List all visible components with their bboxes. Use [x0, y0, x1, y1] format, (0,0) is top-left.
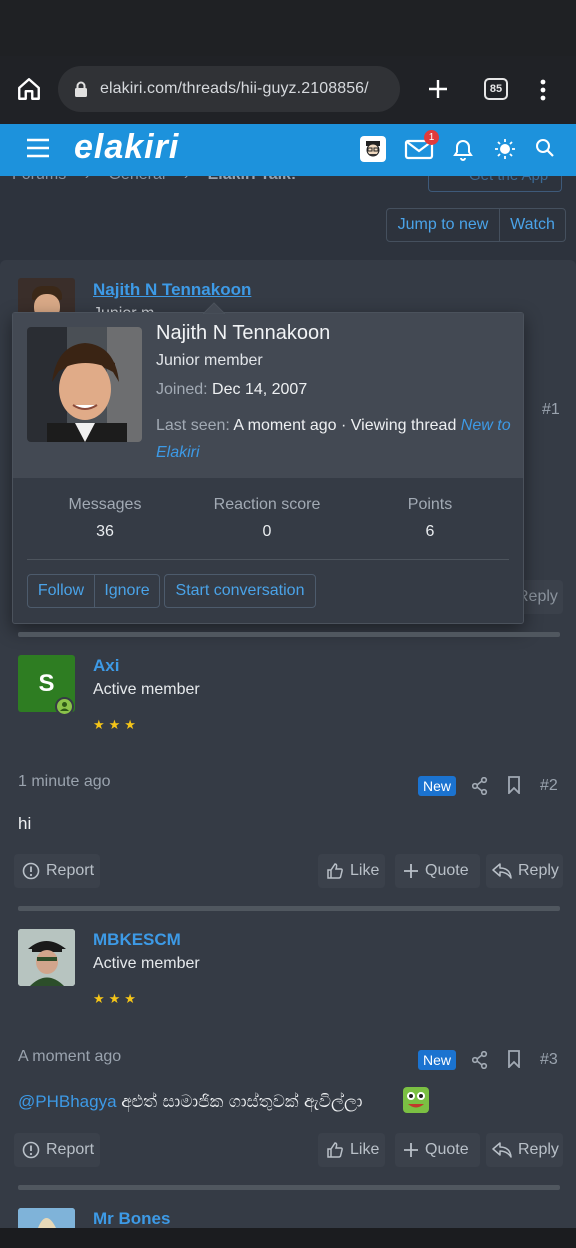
post2-quote-button[interactable]: Quote	[395, 854, 480, 888]
frog-emoji-icon	[403, 1087, 429, 1113]
post3-message: @PHBhagya අළුත් සාමාජික ගාස්තුවක් ඇවිල්ල…	[18, 1092, 363, 1112]
reply-icon	[492, 863, 512, 879]
post3-user-title: Active member	[93, 955, 200, 972]
system-navigation-bar	[0, 1228, 576, 1248]
post3-username[interactable]: MBKESCM	[93, 930, 181, 950]
mbkescm-avatar[interactable]	[18, 929, 75, 986]
mention-link[interactable]: @PHBhagya	[18, 1092, 117, 1111]
post2-time[interactable]: 1 minute ago	[18, 773, 111, 791]
viewing-thread-link[interactable]: New to	[461, 417, 511, 434]
my-avatar[interactable]	[360, 136, 386, 162]
post3-message-text: අළුත් සාමාජික ගාස්තුවක් ඇවිල්ලා	[121, 1092, 363, 1112]
watch-button[interactable]: Watch	[499, 208, 566, 242]
home-icon[interactable]	[16, 76, 42, 102]
member-card-name[interactable]: Najith N Tennakoon	[156, 322, 330, 345]
stat-messages-label: Messages	[68, 496, 142, 513]
follow-button[interactable]: Follow	[27, 574, 95, 608]
report-icon	[22, 1141, 40, 1159]
thumbs-up-icon	[327, 863, 343, 879]
status-bar	[0, 0, 576, 56]
member-card-avatar[interactable]	[27, 327, 142, 442]
new-tab-icon[interactable]	[426, 77, 450, 101]
stat-reaction-label: Reaction score	[213, 496, 321, 513]
post2-new-badge: New	[418, 776, 456, 796]
online-status-icon	[55, 697, 74, 716]
thumbs-up-icon	[327, 1142, 343, 1158]
member-card-joined: Joined: Dec 14, 2007	[156, 381, 308, 398]
mr-bones-avatar[interactable]	[18, 1208, 75, 1228]
post4-username[interactable]: Mr Bones	[93, 1209, 170, 1229]
plus-icon	[404, 864, 418, 878]
post2-user-title: Active member	[93, 681, 200, 698]
jump-to-new-button[interactable]: Jump to new	[386, 208, 500, 242]
post3-report-button[interactable]: Report	[14, 1133, 100, 1167]
bookmark-icon[interactable]	[507, 776, 521, 794]
post3-time[interactable]: A moment ago	[18, 1048, 121, 1066]
bell-icon[interactable]	[451, 136, 475, 162]
riddler-photo	[18, 929, 75, 986]
card-divider	[27, 559, 509, 560]
viewing-thread-link-cont[interactable]: Elakiri	[156, 439, 516, 466]
post-separator	[18, 1185, 560, 1190]
start-conversation-button[interactable]: Start conversation	[164, 574, 316, 608]
share-icon[interactable]	[472, 1051, 488, 1069]
tooltip-arrow	[203, 302, 225, 314]
share-icon[interactable]	[472, 777, 488, 795]
member-photo	[27, 327, 142, 442]
post2-rank-stars: ★★★	[93, 717, 140, 732]
member-card-last-seen: Last seen: A moment ago · Viewing thread…	[156, 412, 516, 466]
post2-number[interactable]: #2	[540, 777, 558, 795]
stat-points-value[interactable]: 6	[360, 523, 500, 541]
skull-photo	[18, 1208, 75, 1228]
post3-like-button[interactable]: Like	[318, 1133, 385, 1167]
post1-number[interactable]: #1	[542, 401, 560, 419]
lock-icon	[75, 81, 87, 97]
stat-reaction-value[interactable]: 0	[197, 523, 337, 541]
post-separator	[18, 632, 560, 637]
post3-reply-button[interactable]: Reply	[486, 1133, 563, 1167]
url-text: elakiri.com/threads/hii-guyz.2108856/	[100, 80, 369, 97]
search-icon[interactable]	[535, 138, 555, 158]
post2-like-button[interactable]: Like	[318, 854, 385, 888]
tab-switcher-button[interactable]: 85	[484, 78, 508, 100]
report-icon	[22, 862, 40, 880]
theme-toggle-icon[interactable]	[494, 138, 516, 160]
post2-report-button[interactable]: Report	[14, 854, 100, 888]
site-logo[interactable]: elakiri	[74, 128, 179, 167]
member-card-rank: Junior member	[156, 352, 263, 369]
stat-points-label: Points	[407, 496, 453, 513]
post-separator	[18, 906, 560, 911]
post3-new-badge: New	[418, 1050, 456, 1070]
bookmark-icon[interactable]	[507, 1050, 521, 1068]
post1-username[interactable]: Najith N Tennakoon	[93, 280, 251, 300]
hamburger-menu-icon[interactable]	[26, 138, 50, 158]
mail-count-badge: 1	[424, 130, 439, 145]
post3-quote-button[interactable]: Quote	[395, 1133, 480, 1167]
reply-icon	[492, 1142, 512, 1158]
post3-rank-stars: ★★★	[93, 991, 140, 1006]
post3-number[interactable]: #3	[540, 1051, 558, 1069]
ignore-button[interactable]: Ignore	[94, 574, 160, 608]
stat-messages-value[interactable]: 36	[35, 523, 175, 541]
user-avatar-icon	[366, 141, 380, 157]
address-bar[interactable]: elakiri.com/threads/hii-guyz.2108856/	[58, 66, 400, 112]
post2-username[interactable]: Axi	[93, 656, 119, 676]
plus-icon	[404, 1143, 418, 1157]
post2-reply-button[interactable]: Reply	[486, 854, 563, 888]
post2-message: hi	[18, 814, 32, 833]
browser-menu-icon[interactable]	[533, 78, 553, 102]
